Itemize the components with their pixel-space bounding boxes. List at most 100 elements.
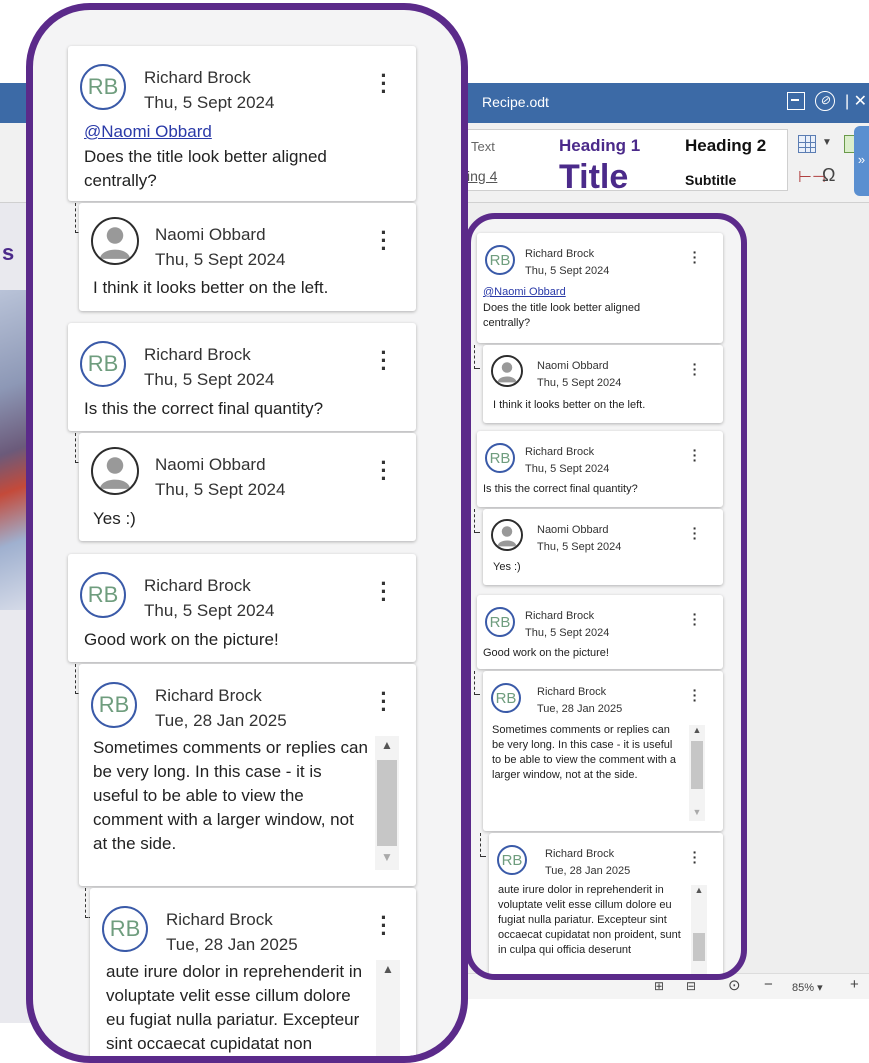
reply-card[interactable]: Naomi Obbard Thu, 5 Sept 2024 · · · I thin… [79,203,416,311]
avatar: RB [497,845,527,875]
layout-icon[interactable]: ⊞ [654,979,664,993]
zoom-in-icon[interactable]: + [850,976,859,993]
special-character-icon[interactable]: Ω [822,165,835,186]
comment-author: Naomi Obbard [537,524,609,536]
style-subtitle[interactable]: Subtitle [685,172,736,188]
kebab-menu-icon[interactable]: · · · [690,845,700,869]
comment-date: Thu, 5 Sept 2024 [537,377,622,389]
scroll-down-arrow-icon[interactable]: ▼ [689,807,705,817]
reply-card[interactable]: Naomi Obbard Thu, 5 Sept 2024 · · · I thin… [483,345,723,423]
style-title[interactable]: Title [559,158,628,197]
comment-card[interactable]: RB Richard Brock Thu, 5 Sept 2024 · · · @N… [68,46,416,201]
scrollbar-thumb[interactable] [693,933,705,961]
scroll-up-arrow-icon[interactable]: ▲ [375,738,399,752]
comment-date: Tue, 28 Jan 2025 [166,935,298,954]
kebab-menu-icon[interactable]: · · · [377,452,391,490]
comment-author: Richard Brock [545,848,615,860]
comment-mention[interactable]: @Naomi Obbard [483,286,566,298]
user-silhouette-icon [91,217,139,265]
reply-card[interactable]: RB Richard Brock Tue, 28 Jan 2025 · · · au… [489,833,723,974]
table-icon[interactable] [798,135,816,153]
comment-text: Does the title look better aligned centr… [84,147,327,190]
compass-icon[interactable]: ⊘ [814,91,835,111]
kebab-menu-icon[interactable]: · · · [377,683,391,721]
comment-card[interactable]: RB Richard Brock Thu, 5 Sept 2024 · · · Go… [68,554,416,662]
comment-date: Tue, 28 Jan 2025 [155,711,287,730]
comment-author: Richard Brock [144,345,251,364]
comment-text: aute irure dolor in reprehenderit in vol… [498,884,681,956]
avatar: RB [485,245,515,275]
kebab-menu-icon[interactable]: · · · [690,443,700,467]
comment-card[interactable]: RB Richard Brock Thu, 5 Sept 2024 · · · Is… [68,323,416,431]
scroll-down-arrow-icon[interactable]: ▼ [375,850,399,864]
comment-scrollbar[interactable]: ▲ [376,960,400,1056]
scroll-up-arrow-icon[interactable]: ▲ [689,725,705,735]
comment-mention[interactable]: @Naomi Obbard [84,122,212,142]
comment-date: Thu, 5 Sept 2024 [525,463,610,475]
scroll-up-arrow-icon[interactable]: ▲ [376,962,400,976]
avatar: RB [485,607,515,637]
reply-connector [474,345,480,369]
comment-scrollbar[interactable]: ▲ ▼ [375,736,399,870]
scrollbar-thumb[interactable] [377,760,397,846]
kebab-menu-icon[interactable]: · · · [690,357,700,381]
left-document-heading-fragment: s [2,240,15,265]
avatar: RB [485,443,515,473]
kebab-menu-icon[interactable]: · · · [690,521,700,545]
style-heading-4[interactable]: ing 4 [467,168,497,184]
comment-date: Thu, 5 Sept 2024 [537,541,622,553]
window-title-bar: Recipe.odt ⊘ | ✕ [466,83,869,123]
comment-card[interactable]: RB Richard Brock Thu, 5 Sept 2024 · · · Is… [477,431,723,507]
kebab-menu-icon[interactable]: · · · [377,342,391,380]
close-icon[interactable]: | ✕ [845,91,867,111]
comment-author: Richard Brock [144,68,251,87]
avatar: RB [80,341,126,387]
comment-date: Thu, 5 Sept 2024 [525,627,610,639]
comment-date: Thu, 5 Sept 2024 [155,480,286,499]
comment-date: Tue, 28 Jan 2025 [545,865,631,877]
kebab-menu-icon[interactable]: · · · [690,607,700,631]
kebab-menu-icon[interactable]: · · · [690,245,700,269]
scroll-up-arrow-icon[interactable]: ▲ [691,885,707,895]
zoom-out-icon[interactable]: − [764,976,773,993]
expand-sidebar-button[interactable]: » [854,126,869,196]
comment-date: Thu, 5 Sept 2024 [144,93,275,112]
style-heading-1[interactable]: Heading 1 [559,136,640,156]
book-view-icon[interactable]: ⊟ [686,979,696,993]
scrollbar-thumb[interactable] [691,741,703,789]
zoom-level[interactable]: 85% ▾ [792,981,823,994]
kebab-menu-icon[interactable]: · · · [377,907,391,945]
kebab-menu-icon[interactable]: · · · [377,65,391,103]
kebab-menu-icon[interactable]: · · · [690,683,700,707]
comment-text: Yes :) [93,509,136,528]
comment-author: Richard Brock [525,446,595,458]
kebab-menu-icon[interactable]: · · · [377,573,391,611]
comment-date: Tue, 28 Jan 2025 [537,703,623,715]
reply-card[interactable]: Naomi Obbard Thu, 5 Sept 2024 · · · Yes :) [483,509,723,585]
reply-card[interactable]: RB Richard Brock Tue, 28 Jan 2025 · · · So… [483,671,723,831]
sidebar-toggle-icon[interactable] [786,92,805,110]
comment-author: Naomi Obbard [155,455,266,474]
comment-scrollbar[interactable]: ▲ [691,885,707,974]
comment-author: Naomi Obbard [155,225,266,244]
comment-date: Thu, 5 Sept 2024 [144,601,275,620]
chevron-down-icon[interactable]: ▼ [822,137,832,148]
reply-card[interactable]: RB Richard Brock Tue, 28 Jan 2025 · · · So… [79,664,416,886]
reply-card[interactable]: RB Richard Brock Tue, 28 Jan 2025 · · · au… [90,888,416,1056]
style-heading-2[interactable]: Heading 2 [685,136,766,156]
comment-author: Naomi Obbard [537,360,609,372]
zoom-icon[interactable]: ⊙ [728,976,741,994]
comment-scrollbar[interactable]: ▲ ▼ [689,725,705,821]
comment-author: Richard Brock [144,576,251,595]
ribbon: Text Heading 1 Heading 2 ing 4 Title Sub… [466,123,869,203]
comment-text: Good work on the picture! [483,647,609,659]
style-text[interactable]: Text [471,139,495,154]
comment-author: Richard Brock [537,686,607,698]
comment-card[interactable]: RB Richard Brock Thu, 5 Sept 2024 · · · Go… [477,595,723,669]
kebab-menu-icon[interactable]: · · · [377,222,391,260]
comment-date: Thu, 5 Sept 2024 [525,265,610,277]
reply-card[interactable]: Naomi Obbard Thu, 5 Sept 2024 · · · Yes :) [79,433,416,541]
comment-card[interactable]: RB Richard Brock Thu, 5 Sept 2024 · · · @N… [477,233,723,343]
user-silhouette-icon [91,447,139,495]
comment-text: Is this the correct final quantity? [84,399,324,418]
